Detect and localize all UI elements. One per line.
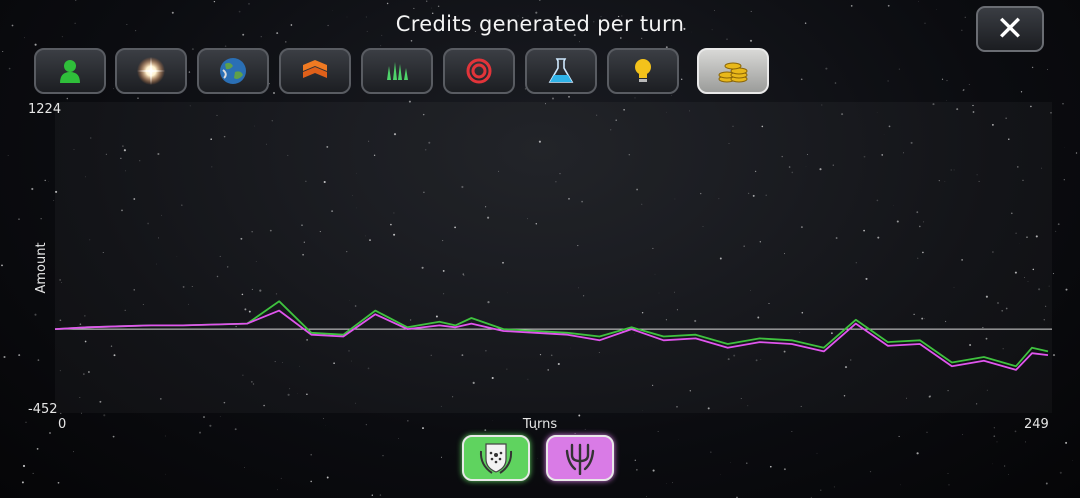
y-axis-label: Amount — [34, 242, 49, 293]
x-tick-max: 249 — [1024, 417, 1049, 432]
laurel-faction-emblem-icon — [479, 443, 513, 474]
legend-faction-green-button[interactable] — [462, 435, 530, 481]
trident-faction-emblem-icon — [565, 443, 595, 475]
y-tick-min: -452 — [28, 402, 58, 417]
legend-faction-pink-button[interactable] — [546, 435, 614, 481]
y-tick-max: 1224 — [28, 102, 61, 117]
x-tick-min: 0 — [58, 417, 66, 432]
series-line-1 — [54, 309, 1049, 371]
series-group — [54, 300, 1049, 371]
credits-line-chart: 1224 -452 0 249 Turns Amount — [28, 102, 1052, 432]
x-axis-label: Turns — [522, 417, 558, 432]
